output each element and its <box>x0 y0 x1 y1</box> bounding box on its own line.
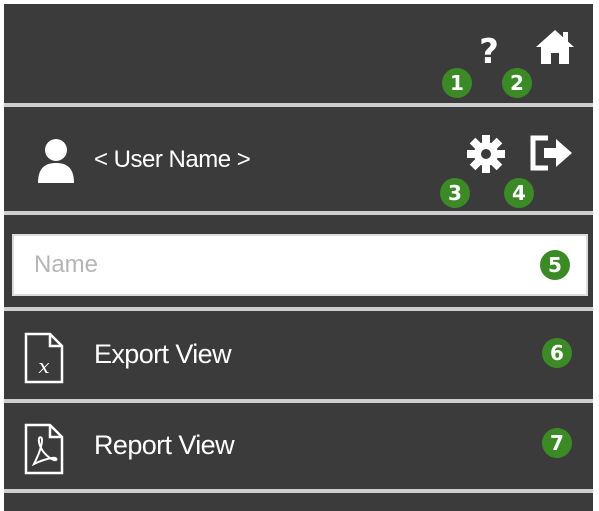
divider <box>4 211 593 215</box>
divider <box>4 399 593 403</box>
name-search-input[interactable] <box>12 234 588 296</box>
gear-icon[interactable] <box>466 134 506 174</box>
callout-badge-5: 5 <box>540 250 570 280</box>
divider <box>4 307 593 311</box>
home-icon[interactable] <box>533 27 577 67</box>
svg-text:?: ? <box>479 32 499 72</box>
callout-badge-4: 4 <box>504 178 534 208</box>
menu-item-label: Export View <box>94 339 232 369</box>
svg-text:x: x <box>38 354 49 378</box>
user-name: < User Name > <box>94 146 251 173</box>
divider <box>4 103 593 107</box>
menu-item-export-view[interactable]: x Export View <box>4 313 593 399</box>
help-icon[interactable]: ? <box>472 30 506 72</box>
pdf-file-icon <box>22 422 66 476</box>
excel-file-icon: x <box>22 331 66 385</box>
user-avatar-icon <box>34 137 78 185</box>
callout-badge-7: 7 <box>542 428 572 458</box>
callout-badge-6: 6 <box>542 338 572 368</box>
callout-badge-2: 2 <box>502 68 532 98</box>
logout-icon[interactable] <box>528 134 574 172</box>
menu-item-label: Report View <box>94 430 235 460</box>
callout-badge-1: 1 <box>442 68 472 98</box>
menu-item-report-view[interactable]: Report View <box>4 404 593 490</box>
callout-badge-3: 3 <box>440 178 470 208</box>
